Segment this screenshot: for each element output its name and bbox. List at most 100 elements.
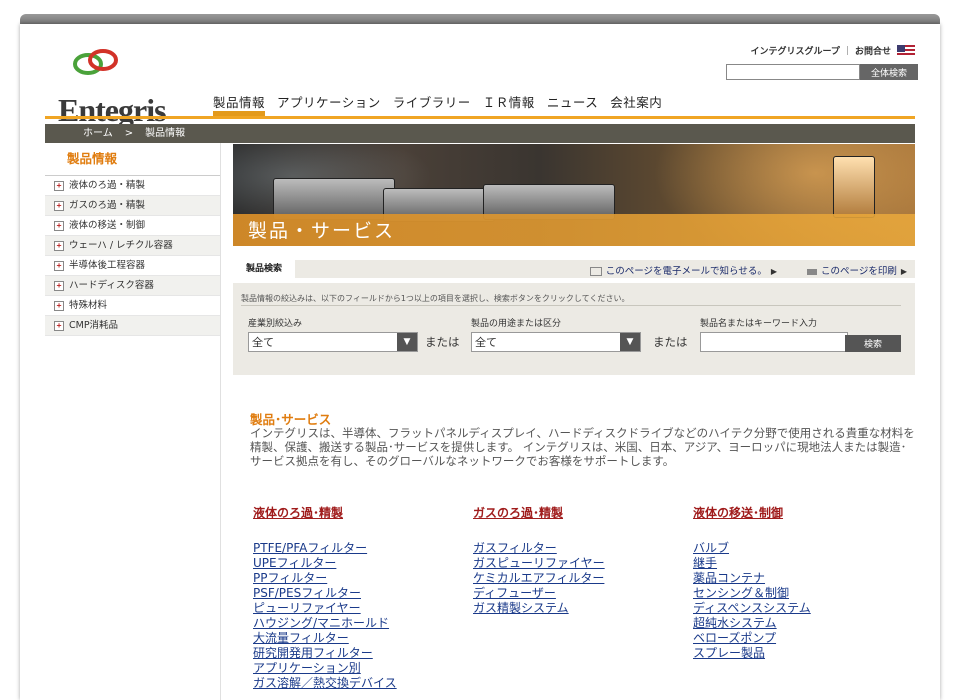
sidebar-item-gas-filtration[interactable]: + ガスのろ過・精製 [45,196,220,216]
category-column-liquid-transfer: 液体の移送･制御 バルブ 継手 薬品コンテナ センシング＆制御 ディスペンスシス… [693,505,811,661]
category-column-liquid-filtration: 液体のろ過･精製 PTFE/PFAフィルター UPEフィルター PPフィルター … [253,505,397,691]
expand-icon[interactable]: + [54,260,64,271]
tab-product-search[interactable]: 製品検索 [233,260,295,278]
nav-company[interactable]: 会社案内 [610,94,662,116]
product-link[interactable]: バルブ [693,541,811,556]
product-link[interactable]: UPEフィルター [253,556,397,571]
hero-technician [833,156,875,218]
nav-news[interactable]: ニュース [547,94,598,116]
industry-select[interactable]: 全て ▼ [248,332,418,352]
breadcrumb: ホーム > 製品情報 [45,124,915,143]
category-heading[interactable]: 液体のろ過･精製 [253,505,397,521]
main-nav: 製品情報 アプリケーション ライブラリー ＩＲ情報 ニュース 会社案内 [213,94,674,116]
nav-library[interactable]: ライブラリー [393,94,471,116]
product-link[interactable]: ディフューザー [473,586,605,601]
group-link[interactable]: インテグリスグループ [750,44,839,57]
product-link[interactable]: ディスペンスシステム [693,601,811,616]
sidebar-item-label: ハードディスク容器 [69,280,154,291]
usage-select[interactable]: 全て ▼ [471,332,641,352]
sidebar-item-special-materials[interactable]: + 特殊材料 [45,296,220,316]
product-link[interactable]: ガスフィルター [473,541,605,556]
expand-icon[interactable]: + [54,200,64,211]
product-link[interactable]: 大流量フィルター [253,631,397,646]
chevron-down-icon[interactable]: ▼ [397,333,417,351]
product-search-panel: 製品検索 このページを電子メールで知らせる。 ▶ このページを印刷 ▶ 製品情報の絞… [233,260,915,375]
nav-applications[interactable]: アプリケーション [277,94,381,116]
industry-select-value: 全て [252,336,274,349]
product-link[interactable]: ベローズポンプ [693,631,811,646]
utility-separator: | [845,45,849,56]
logo-text: Entegris [58,92,167,128]
sidebar-title: 製品情報 [45,143,220,176]
site-search-button[interactable]: 全体検索 [860,64,918,80]
industry-label: 産業別絞込み [248,319,303,329]
us-flag-icon[interactable] [897,44,915,57]
category-heading[interactable]: 液体の移送･制御 [693,505,811,521]
sidebar-item-label: 液体のろ過・精製 [69,180,146,191]
product-link[interactable]: ガス精製システム [473,601,605,616]
search-button[interactable]: 検索 [845,335,901,352]
sidebar-item-wafer-carriers[interactable]: + ウェーハ / レチクル容器 [45,236,220,256]
utility-links: インテグリスグループ | お問合せ [750,44,915,57]
product-link[interactable]: 超純水システム [693,616,811,631]
sidebar-item-label: 半導体後工程容器 [69,260,146,271]
product-link[interactable]: アプリケーション別 [253,661,397,676]
product-link[interactable]: PSF/PESフィルター [253,586,397,601]
email-page-link[interactable]: このページを電子メールで知らせる。 ▶ [589,263,777,277]
product-link[interactable]: ガス溶解／熱交換デバイス [253,676,397,691]
category-heading[interactable]: ガスのろ過･精製 [473,505,605,521]
logo-rings-icon [73,49,118,75]
keyword-input[interactable] [700,332,848,352]
sidebar: 製品情報 + 液体のろ過・精製 + ガスのろ過・精製 + 液体の移送・制御 + ウェーハ… [45,143,221,700]
sidebar-item-label: ウェーハ / レチクル容器 [69,240,173,251]
product-link[interactable]: ピューリファイヤー [253,601,397,616]
product-link[interactable]: 薬品コンテナ [693,571,811,586]
site-search-input[interactable] [726,64,860,80]
nav-products[interactable]: 製品情報 [213,94,266,116]
product-link[interactable]: ハウジング/マニホールド [253,616,397,631]
expand-icon[interactable]: + [54,320,64,331]
expand-icon[interactable]: + [54,220,64,231]
category-column-gas-filtration: ガスのろ過･精製 ガスフィルター ガスピューリファイヤー ケミカルエアフィルター… [473,505,605,616]
product-link[interactable]: スプレー製品 [693,646,811,661]
product-link[interactable]: 継手 [693,556,811,571]
breadcrumb-home[interactable]: ホーム [83,128,113,139]
nav-ir[interactable]: ＩＲ情報 [483,94,535,116]
sidebar-item-liquid-filtration[interactable]: + 液体のろ過・精製 [45,176,220,196]
sidebar-item-label: 特殊材料 [69,300,108,311]
contact-link[interactable]: お問合せ [855,44,891,57]
sidebar-item-label: CMP消耗品 [69,320,119,331]
usage-label: 製品の用途または区分 [471,319,562,329]
intro-text: インテグリスは、半導体、フラットパネルディスプレイ、ハードディスクドライブなどの… [250,426,915,468]
product-link[interactable]: ガスピューリファイヤー [473,556,605,571]
sidebar-item-backend-carriers[interactable]: + 半導体後工程容器 [45,256,220,276]
product-link[interactable]: 研究開発用フィルター [253,646,397,661]
nav-divider [45,116,915,119]
product-link[interactable]: センシング＆制御 [693,586,811,601]
chevron-down-icon[interactable]: ▼ [620,333,640,351]
breadcrumb-current: 製品情報 [145,128,186,139]
page: Entegris インテグリスグループ | お問合せ 全体検索 製品情報 アプリ… [20,24,940,700]
or-label: または [425,335,460,349]
printer-icon [807,268,818,275]
email-page-label: このページを電子メールで知らせる。 [605,266,767,277]
expand-icon[interactable]: + [54,240,64,251]
hero-banner: 製品・サービス [233,144,915,246]
entegris-logo[interactable]: Entegris [58,48,168,126]
print-page-link[interactable]: このページを印刷 ▶ [807,263,907,277]
product-link[interactable]: ケミカルエアフィルター [473,571,605,586]
expand-icon[interactable]: + [54,280,64,291]
sidebar-item-cmp-consumables[interactable]: + CMP消耗品 [45,316,220,336]
expand-icon[interactable]: + [54,300,64,311]
print-page-label: このページを印刷 [821,266,897,277]
hero-title: 製品・サービス [248,220,396,242]
expand-icon[interactable]: + [54,180,64,191]
envelope-icon [589,267,602,276]
product-link[interactable]: PPフィルター [253,571,397,586]
sidebar-item-label: ガスのろ過・精製 [69,200,146,211]
product-link[interactable]: PTFE/PFAフィルター [253,541,397,556]
sidebar-item-liquid-transfer[interactable]: + 液体の移送・制御 [45,216,220,236]
sidebar-item-disk-carriers[interactable]: + ハードディスク容器 [45,276,220,296]
usage-select-value: 全て [475,336,497,349]
keyword-label: 製品名またはキーワード入力 [700,319,818,329]
